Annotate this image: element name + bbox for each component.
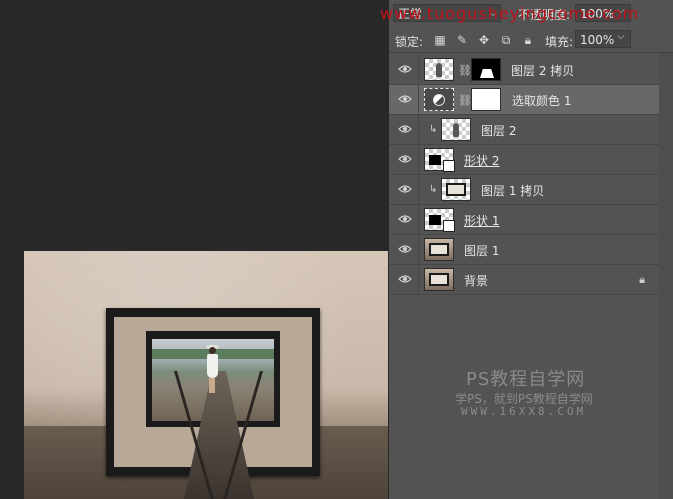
layer-name[interactable]: 选取颜色 1 [512,92,571,109]
divider [389,52,673,53]
checker-lock-icon[interactable]: ▦ [433,33,447,47]
eye-icon[interactable] [398,274,412,286]
artboard-lock-icon[interactable]: ⧉ [499,33,513,47]
layer-row[interactable]: 形状 2 [389,145,659,175]
layer-thumbnail[interactable] [424,58,454,81]
chain-link-icon[interactable]: ⛓ [458,64,472,77]
head [209,347,216,354]
layers-panel: 正常 ⌵ 不透明度: 100% ⌵ 锁定: ▦ ✎ ✥ ⧉ 🔒︎ 填充: 100%… [389,0,673,499]
divider [418,145,419,175]
document-canvas[interactable] [24,251,388,499]
brush-lock-icon[interactable]: ✎ [455,33,469,47]
layer-name[interactable]: 形状 2 [464,152,499,169]
watermark-top: www.tuogusheyingcome.com [380,4,640,23]
layer-thumbnail[interactable] [424,268,454,291]
clipping-mask-icon: ↳ [429,124,438,135]
divider [418,55,419,85]
divider [418,205,419,235]
eye-icon[interactable] [398,244,412,256]
eye-icon[interactable] [398,124,412,136]
layer-thumbnail[interactable] [441,118,471,141]
clipping-mask-icon: ↳ [429,184,438,195]
layer-name[interactable]: 图层 2 [481,122,516,139]
girl-figure [206,345,219,393]
selective-color-icon [433,94,445,106]
layer-name[interactable]: 图层 1 [464,242,499,259]
frame-thumb [429,273,449,286]
shape-mark [429,155,441,165]
vector-mask-icon [443,220,455,232]
layer-name[interactable]: 形状 1 [464,212,499,229]
layer-thumbnail[interactable] [424,238,454,261]
eye-icon[interactable] [398,154,412,166]
eye-icon[interactable] [398,64,412,76]
eye-icon[interactable] [398,214,412,226]
layer-row[interactable]: ⛓ 图层 2 拷贝 [389,55,659,85]
fill-value: 100% [580,33,615,47]
legs [209,378,215,393]
divider [418,235,419,265]
shape-thumbnail[interactable] [424,148,455,172]
chevron-down-icon[interactable]: ⌵ [617,31,625,42]
person-thumb [453,123,459,137]
vector-mask-icon [443,160,455,172]
padlock-icon: 🔒︎ [639,273,645,286]
lock-label: 锁定: [395,35,424,49]
layer-row[interactable]: ⛓ 选取颜色 1 [389,85,659,115]
layer-mask-thumbnail[interactable] [471,58,501,81]
frame-thumb [446,183,466,196]
eye-icon[interactable] [398,184,412,196]
divider [418,265,419,295]
layer-row[interactable]: 图层 1 [389,235,659,265]
padlock-icon[interactable]: 🔒︎ [521,33,535,47]
layer-row[interactable]: ↳ 图层 1 拷贝 [389,175,659,205]
divider [418,85,419,115]
chain-link-icon[interactable]: ⛓ [458,94,472,107]
layer-name[interactable]: 背景 [464,272,488,289]
layer-thumbnail[interactable] [441,178,471,201]
person-thumb [436,63,442,77]
layer-mask-thumbnail[interactable] [471,88,501,111]
shape-thumbnail[interactable] [424,208,455,232]
fill-label: 填充: [545,35,574,49]
divider [418,175,419,205]
white-dress [207,354,218,378]
layer-row[interactable]: 背景 🔒︎ [389,265,659,295]
layer-name[interactable]: 图层 2 拷贝 [511,62,574,79]
layer-name[interactable]: 图层 1 拷贝 [481,182,544,199]
watermark-url: WWW.16XX8.COM [461,405,587,418]
shape-mark [429,215,441,225]
move-lock-icon[interactable]: ✥ [477,33,491,47]
watermark-brand: PS教程自学网 [466,369,586,390]
divider [418,115,419,145]
scrollbar[interactable] [659,53,673,499]
mask-shape [480,69,494,78]
layer-row[interactable]: ↳ 图层 2 [389,115,659,145]
frame-thumb [429,243,449,256]
eye-icon[interactable] [398,94,412,106]
layer-row[interactable]: 形状 1 [389,205,659,235]
adjustment-thumbnail[interactable] [424,88,454,111]
